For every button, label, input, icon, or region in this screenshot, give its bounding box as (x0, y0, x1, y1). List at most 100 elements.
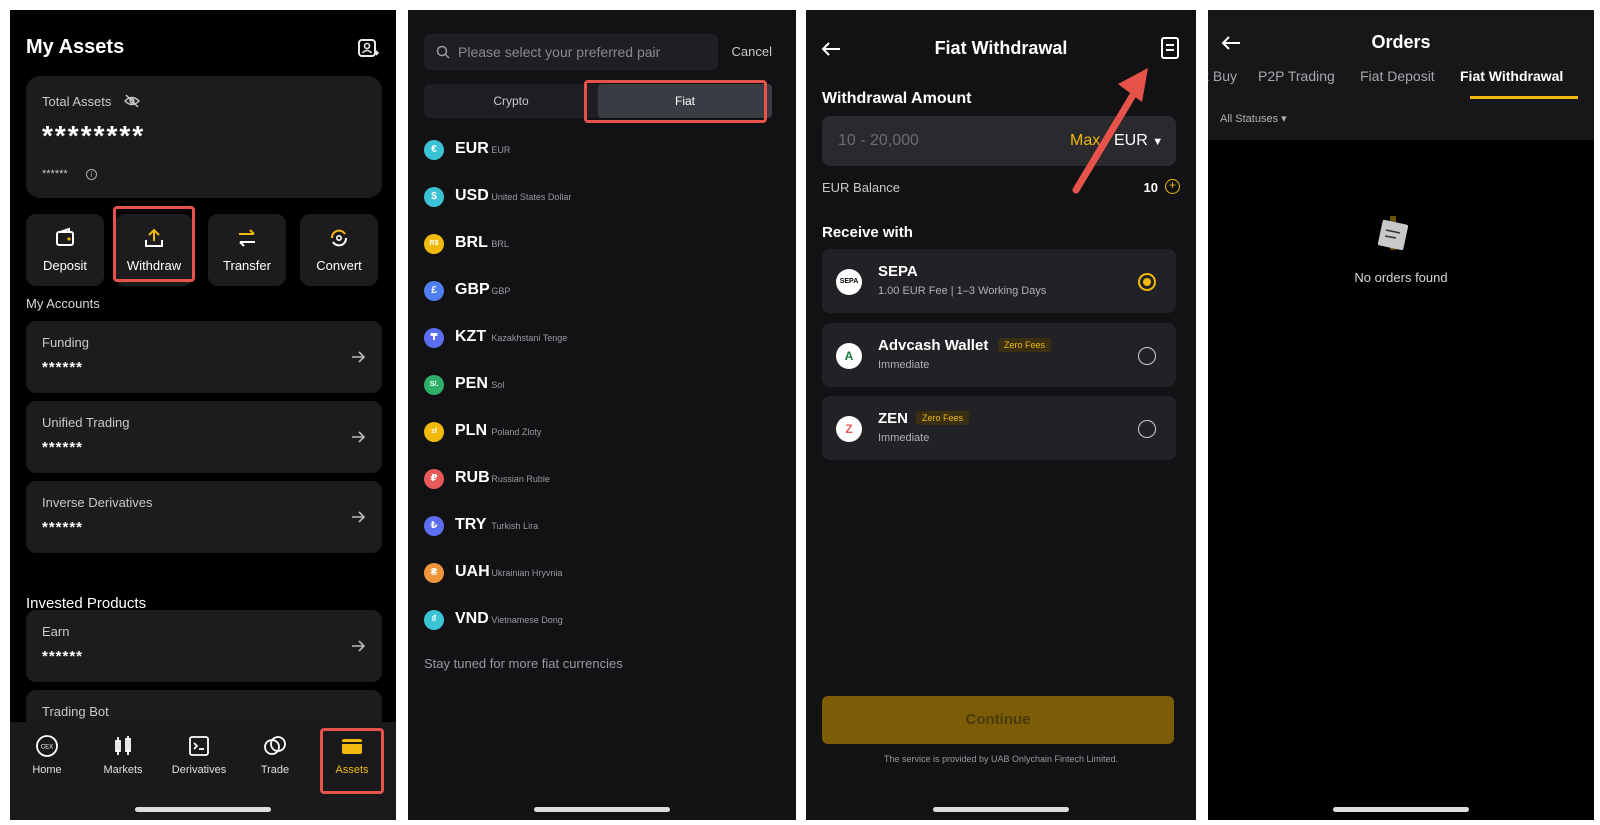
radio-selected[interactable] (1138, 273, 1156, 291)
currency-row[interactable]: R$ BRL BRL (424, 230, 764, 258)
hide-balance-icon[interactable] (124, 93, 140, 109)
zero-fees-badge: Zero Fees (916, 411, 970, 425)
total-assets-card: Total Assets ******** ****** i (26, 76, 382, 198)
tab-label: Markets (103, 764, 143, 776)
arrow-right-icon (352, 511, 366, 523)
bottom-tab-bar: CEX Home Markets Derivatives Trade Asset… (10, 722, 396, 820)
info-icon[interactable]: i (86, 169, 97, 180)
page-title: Orders (1371, 32, 1431, 52)
total-assets-label: Total Assets (42, 94, 112, 109)
derivatives-icon (189, 736, 209, 756)
account-inverse-derivatives[interactable]: Inverse Derivatives ****** (26, 481, 382, 553)
currency-code: BRL (455, 234, 488, 251)
header: Orders k Buy P2P Trading Fiat Deposit Fi… (1208, 10, 1594, 140)
receive-with-label: Receive with (822, 224, 913, 241)
currency-row[interactable]: $ USD United States Dollar (424, 183, 764, 211)
tab-trade[interactable]: Trade (244, 734, 306, 776)
order-history-icon[interactable] (1158, 36, 1182, 60)
currency-code: RUB (455, 469, 490, 486)
cancel-button[interactable]: Cancel (732, 44, 772, 59)
currency-code: PLN (455, 422, 487, 439)
status-filter-dropdown[interactable]: All Statuses ▾ (1220, 112, 1287, 125)
tab-fiat-withdrawal[interactable]: Fiat Withdrawal (1460, 68, 1563, 84)
account-value: ****** (42, 439, 84, 456)
total-assets-value: ******** (42, 120, 146, 151)
tab-derivatives[interactable]: Derivatives (168, 734, 230, 776)
home-indicator (1333, 807, 1469, 812)
currency-row[interactable]: ₽ RUB Russian Ruble (424, 465, 764, 493)
currency-row[interactable]: € EUR EUR (424, 136, 764, 164)
transfer-button[interactable]: Transfer (208, 214, 286, 286)
account-name: Trading Bot (42, 704, 109, 719)
method-desc: Immediate (878, 359, 930, 371)
radio-unselected[interactable] (1138, 420, 1156, 438)
tab-fiat-deposit[interactable]: Fiat Deposit (1360, 68, 1435, 84)
currency-icon: ₴ (424, 563, 444, 583)
tab-crypto[interactable]: Crypto (424, 84, 598, 118)
currency-code: GBP (455, 281, 490, 298)
currency-name: Ukrainian Hryvnia (491, 568, 563, 578)
deposit-label: Deposit (42, 258, 88, 273)
account-funding[interactable]: Funding ****** (26, 321, 382, 393)
search-input[interactable] (458, 34, 708, 70)
currency-icon: S/. (424, 375, 444, 395)
amount-input[interactable] (838, 116, 1038, 166)
currency-row[interactable]: S/. PEN Sol (424, 371, 764, 399)
tab-label: Derivatives (171, 764, 227, 776)
currency-code: PEN (455, 375, 488, 392)
account-name: Funding (42, 335, 89, 350)
home-indicator (933, 807, 1069, 812)
tab-markets[interactable]: Markets (92, 734, 154, 776)
currency-select-screen: Cancel Crypto Fiat €EUREUR$USDUnited Sta… (408, 10, 796, 820)
markets-icon (115, 736, 131, 755)
method-zen[interactable]: Z ZEN Zero Fees Immediate (822, 396, 1176, 460)
currency-name: EUR (491, 145, 511, 155)
deposit-button[interactable]: Deposit (26, 214, 104, 286)
account-settings-icon[interactable] (356, 36, 382, 62)
tab-home[interactable]: CEX Home (16, 734, 78, 776)
currency-icon: ₺ (424, 516, 444, 536)
account-name: Earn (42, 624, 70, 639)
currency-row[interactable]: ₫ VND Vietnamese Dong (424, 606, 764, 634)
currency-name: GBP (491, 286, 511, 296)
trade-icon (264, 736, 286, 755)
tab-quick-buy[interactable]: k Buy (1208, 68, 1237, 84)
zen-logo: Z (836, 416, 862, 442)
active-tab-indicator (1470, 96, 1578, 99)
fiat-highlight (584, 80, 767, 123)
convert-button[interactable]: Convert (300, 214, 378, 286)
currency-row[interactable]: ₴ UAH Ukrainian Hryvnia (424, 559, 764, 587)
account-unified-trading[interactable]: Unified Trading ****** (26, 401, 382, 473)
currency-row[interactable]: £ GBP GBP (424, 277, 764, 305)
account-name: Inverse Derivatives (42, 495, 153, 510)
advcash-logo: A (836, 343, 862, 369)
method-name: ZEN (878, 410, 908, 427)
currency-row[interactable]: ₸ KZT Kazakhstani Tenge (424, 324, 764, 352)
home-icon: CEX (36, 735, 58, 757)
method-advcash[interactable]: A Advcash Wallet Zero Fees Immediate (822, 323, 1176, 387)
account-value: ****** (42, 359, 84, 376)
currency-icon: £ (424, 281, 444, 301)
disclaimer: The service is provided by UAB Onlychain… (883, 754, 1119, 764)
page-title: My Assets (26, 36, 125, 58)
radio-unselected[interactable] (1138, 347, 1156, 365)
convert-icon (331, 229, 347, 247)
currency-code: TRY (455, 516, 487, 533)
account-value: ****** (42, 519, 84, 536)
arrow-right-icon (352, 351, 366, 363)
currency-name: Russian Ruble (491, 474, 550, 484)
method-desc: Immediate (878, 432, 930, 444)
my-assets-screen: My Assets Total Assets ******** ****** i… (10, 10, 396, 820)
currency-row[interactable]: ₺ TRY Turkish Lira (424, 512, 764, 540)
tab-p2p-trading[interactable]: P2P Trading (1258, 68, 1335, 84)
total-assets-sub: ****** (42, 168, 68, 180)
invested-earn[interactable]: Earn ****** (26, 610, 382, 682)
continue-button[interactable]: Continue (822, 696, 1174, 744)
page-title: Fiat Withdrawal (934, 38, 1068, 58)
currency-row[interactable]: zł PLN Poland Zloty (424, 418, 764, 446)
withdrawal-amount-label: Withdrawal Amount (822, 90, 972, 107)
method-sepa[interactable]: SEPA SEPA 1.00 EUR Fee | 1–3 Working Day… (822, 249, 1176, 313)
home-indicator (135, 807, 271, 812)
zero-fees-badge: Zero Fees (998, 338, 1052, 352)
more-currencies-note: Stay tuned for more fiat currencies (424, 656, 623, 671)
